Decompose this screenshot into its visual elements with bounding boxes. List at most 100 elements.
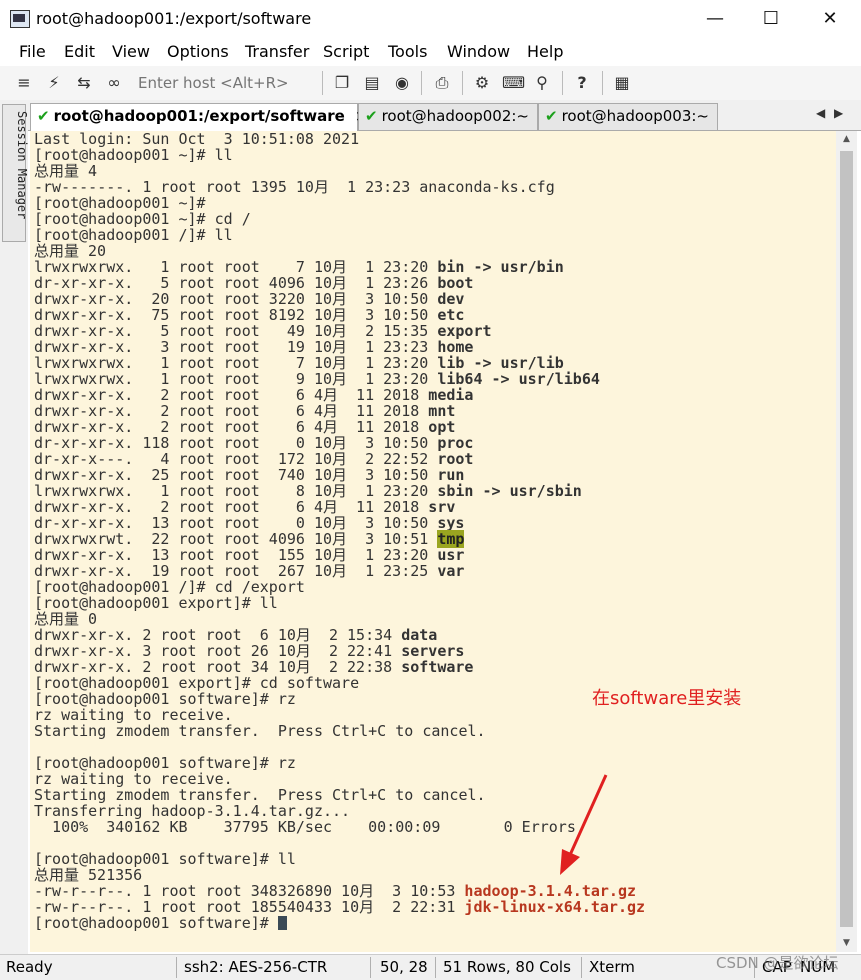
keymap-icon[interactable]: ⌨: [502, 73, 525, 93]
toolbar-separator: [562, 71, 563, 95]
status-separator: [435, 957, 436, 978]
session-manager-tab[interactable]: Session Manager: [2, 104, 29, 242]
toolbar-separator: [421, 71, 422, 95]
terminal-line: -rw-------. 1 root root 1395 10月 1 23:23…: [34, 179, 836, 195]
scroll-up-icon[interactable]: ▲: [836, 131, 857, 148]
menu-help[interactable]: Help: [527, 42, 563, 61]
tab-hadoop002[interactable]: ✔ root@hadoop002:~: [358, 103, 538, 130]
menu-bar: File Edit View Options Transfer Script T…: [0, 38, 861, 66]
terminal-line: drwxr-xr-x. 13 root root 155 10月 1 23:20…: [34, 547, 836, 563]
scroll-down-icon[interactable]: ▼: [836, 935, 857, 952]
terminal-output[interactable]: Last login: Sun Oct 3 10:51:08 2021 [root…: [30, 131, 836, 952]
menu-tools[interactable]: Tools: [388, 42, 427, 61]
tab-label: root@hadoop003:~: [561, 107, 709, 125]
key-icon[interactable]: ⚲: [532, 73, 552, 93]
status-terminal-type: Xterm: [589, 958, 635, 976]
terminal-line: drwxr-xr-x. 25 root root 740 10月 3 10:50…: [34, 467, 836, 483]
terminal-line-text: [root@hadoop001 software]#: [34, 914, 278, 932]
terminal-line: dr-xr-xr-x. 5 root root 4096 10月 1 23:26…: [34, 275, 836, 291]
terminal-line: drwxr-xr-x. 2 root root 6 4月 11 2018 mnt: [34, 403, 836, 419]
file-name: software: [401, 658, 474, 676]
terminal-cursor: [277, 916, 287, 930]
terminal-line: [root@hadoop001 export]# ll: [34, 595, 836, 611]
terminal-line: 总用量 521356: [34, 867, 836, 883]
menu-transfer[interactable]: Transfer: [245, 42, 309, 61]
toolbar-separator: [322, 71, 323, 95]
print-icon[interactable]: ⎙: [432, 73, 452, 93]
terminal-line: Starting zmodem transfer. Press Ctrl+C t…: [34, 787, 836, 803]
terminal-text: Last login: Sun Oct 3 10:51:08 2021 [root…: [30, 131, 836, 931]
paste-icon[interactable]: ▤: [362, 73, 382, 93]
connected-check-icon: ✔: [545, 107, 558, 125]
terminal-line: drwxrwxrwt. 22 root root 4096 10月 3 10:5…: [34, 530, 836, 548]
connected-check-icon: ✔: [37, 107, 50, 125]
sftp-icon[interactable]: ▦: [612, 73, 632, 93]
tab-label: root@hadoop002:~: [381, 107, 529, 125]
toolbar-separator: [602, 71, 603, 95]
terminal-line: drwxr-xr-x. 19 root root 267 10月 1 23:25…: [34, 563, 836, 579]
terminal-line: drwxr-xr-x. 2 root root 6 4月 11 2018 srv: [34, 499, 836, 515]
tab-label: root@hadoop001:/export/software: [53, 107, 345, 125]
scrollbar-thumb[interactable]: [840, 151, 853, 927]
terminal-line: [root@hadoop001 ~]# ll: [34, 147, 836, 163]
terminal-line: lrwxrwxrwx. 1 root root 7 10月 1 23:20 bi…: [34, 259, 836, 275]
copy-icon[interactable]: ❐: [332, 73, 352, 93]
terminal-line: -rw-r--r--. 1 root root 348326890 10月 3 …: [34, 883, 836, 899]
file-name: jdk-linux-x64.tar.gz: [464, 898, 646, 916]
status-separator: [581, 957, 582, 978]
terminal-line: drwxr-xr-x. 2 root root 6 10月 2 15:34 da…: [34, 627, 836, 643]
minimize-button[interactable]: —: [690, 4, 740, 34]
tab-scroll-right-icon[interactable]: ▶: [834, 106, 843, 120]
file-name: var: [437, 562, 465, 580]
status-ready: Ready: [6, 958, 53, 976]
terminal-line: drwxr-xr-x. 3 root root 19 10月 1 23:23 h…: [34, 339, 836, 355]
settings-gear-icon[interactable]: ⚙: [472, 73, 492, 93]
terminal-line-text: 100% 340162 KB 37795 KB/sec 00:00:09 0 E…: [34, 818, 576, 836]
terminal-line: dr-xr-xr-x. 118 root root 0 10月 3 10:50 …: [34, 435, 836, 451]
menu-edit[interactable]: Edit: [64, 42, 95, 61]
terminal-line: [root@hadoop001 ~]#: [34, 195, 836, 211]
terminal-scrollbar[interactable]: ▲ ▼: [836, 131, 857, 952]
status-separator: [176, 957, 177, 978]
menu-window[interactable]: Window: [447, 42, 510, 61]
menu-file[interactable]: File: [19, 42, 46, 61]
terminal-line: drwxr-xr-x. 3 root root 26 10月 2 22:41 s…: [34, 643, 836, 659]
menu-view[interactable]: View: [112, 42, 150, 61]
reconnect-icon[interactable]: ⇆: [74, 73, 94, 93]
maximize-button[interactable]: ☐: [746, 4, 796, 34]
terminal-line: drwxr-xr-x. 2 root root 6 4月 11 2018 med…: [34, 387, 836, 403]
csdn-watermark: CSDN @是欲论坛: [716, 954, 839, 972]
connected-check-icon: ✔: [365, 107, 378, 125]
securecrt-app-icon: [10, 10, 30, 28]
terminal-line: dr-xr-xr-x. 13 root root 0 10月 3 10:50 s…: [34, 515, 836, 531]
status-cipher: ssh2: AES-256-CTR: [184, 958, 328, 976]
find-icon[interactable]: ◉: [392, 73, 412, 93]
disconnect-icon[interactable]: ∞: [104, 73, 124, 93]
window-title: root@hadoop001:/export/software: [36, 9, 312, 28]
help-icon[interactable]: ?: [572, 73, 592, 93]
title-bar: root@hadoop001:/export/software — ☐ ✕: [0, 0, 861, 38]
terminal-line: drwxr-xr-x. 2 root root 6 4月 11 2018 opt: [34, 419, 836, 435]
terminal-line: rz waiting to receive.: [34, 771, 836, 787]
enter-host-input[interactable]: [130, 72, 326, 94]
terminal-line: 总用量 4: [34, 163, 836, 179]
tab-scroll-left-icon[interactable]: ◀: [816, 106, 825, 120]
terminal-line: [root@hadoop001 software]# rz: [34, 755, 836, 771]
terminal-line: [root@hadoop001 software]#: [34, 915, 836, 931]
menu-script[interactable]: Script: [323, 42, 369, 61]
connect-icon[interactable]: ≡: [14, 73, 34, 93]
close-window-button[interactable]: ✕: [805, 4, 855, 34]
tab-hadoop001[interactable]: ✔root@hadoop001:/export/software×: [30, 103, 367, 131]
terminal-line: lrwxrwxrwx. 1 root root 9 10月 1 23:20 li…: [34, 371, 836, 387]
session-manager-label: Session Manager: [15, 111, 29, 220]
menu-options[interactable]: Options: [167, 42, 229, 61]
terminal-line-text: Starting zmodem transfer. Press Ctrl+C t…: [34, 722, 486, 740]
terminal-line: 100% 340162 KB 37795 KB/sec 00:00:09 0 E…: [34, 819, 836, 835]
status-cursor-position: 50, 28: [380, 958, 428, 976]
quick-connect-icon[interactable]: ⚡: [44, 73, 64, 93]
tab-hadoop003[interactable]: ✔ root@hadoop003:~: [538, 103, 718, 130]
status-separator: [370, 957, 371, 978]
terminal-line: 总用量 20: [34, 243, 836, 259]
